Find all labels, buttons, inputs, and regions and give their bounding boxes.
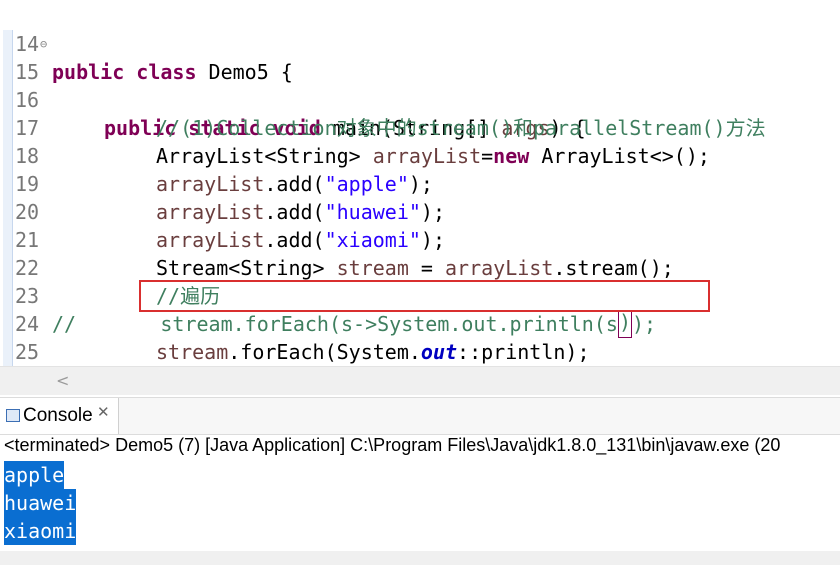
- code-editor[interactable]: 14 public class Demo5 { 15 ⊖ public stat…: [0, 0, 840, 366]
- console-scrollbar[interactable]: [0, 551, 840, 565]
- code-text: arrayList.add("apple");: [156, 172, 433, 196]
- code-line-23[interactable]: 23 // stream.forEach(s->System.out.print…: [0, 254, 656, 338]
- tab-console[interactable]: Console ✕: [0, 398, 119, 434]
- bracket-match-highlight: ): [617, 310, 632, 338]
- code-text: public class Demo5 {: [52, 60, 293, 84]
- console-status-text: <terminated> Demo5 (7) [Java Application…: [4, 435, 781, 455]
- comment-text: //(1)Collection对象中的stream()和parallelStre…: [156, 116, 766, 140]
- console-output-line: apple: [4, 461, 65, 489]
- code-line-24[interactable]: 24 stream.forEach(System.out::println);: [0, 282, 589, 364]
- code-line-22[interactable]: 22 //遍历: [0, 226, 220, 308]
- console-output-line: huawei: [4, 489, 77, 517]
- code-line-17[interactable]: 17 ArrayList<String> arrayList=new Array…: [0, 86, 710, 168]
- console-output-line: xiaomi: [4, 517, 77, 545]
- console-tab-label: Console: [23, 405, 93, 426]
- code-text: Stream<String> stream = arrayList.stream…: [156, 256, 674, 280]
- close-icon[interactable]: ✕: [97, 403, 110, 421]
- red-highlight-box: [139, 280, 710, 312]
- comment-text: // stream.forEach(s->System.out.println(…: [52, 310, 657, 338]
- code-text: ArrayList<String> arrayList=new ArrayLis…: [156, 144, 710, 168]
- code-text: arrayList.add("xiaomi");: [156, 228, 446, 252]
- code-line-16[interactable]: 16 //(1)Collection对象中的stream()和parallelS…: [0, 58, 766, 140]
- code-line-20[interactable]: 20 arrayList.add("xiaomi");: [0, 170, 445, 252]
- code-text: arrayList.add("huawei");: [156, 200, 446, 224]
- code-line-19[interactable]: 19 arrayList.add("huawei");: [0, 142, 445, 224]
- code-text: stream.forEach(System.out::println);: [156, 340, 590, 364]
- code-line-25[interactable]: 25: [0, 310, 48, 364]
- code-line-21[interactable]: 21 Stream<String> stream = arrayList.str…: [0, 198, 674, 280]
- code-line-18[interactable]: 18 arrayList.add("apple");: [0, 114, 433, 196]
- console-icon: [6, 409, 20, 422]
- console-tab-bar: Console ✕: [0, 397, 840, 435]
- fold-collapse-icon[interactable]: ⊖: [40, 30, 47, 58]
- code-line-15[interactable]: 15 ⊖ public static void main(String[] ar…: [0, 30, 586, 140]
- code-line-26[interactable]: 26: [0, 338, 48, 366]
- code-line-14[interactable]: 14 public class Demo5 {: [0, 2, 293, 84]
- horizontal-scrollbar[interactable]: <: [0, 366, 840, 395]
- console-output[interactable]: apple huawei xiaomi: [0, 461, 840, 551]
- scroll-left-arrow-icon[interactable]: <: [56, 371, 69, 390]
